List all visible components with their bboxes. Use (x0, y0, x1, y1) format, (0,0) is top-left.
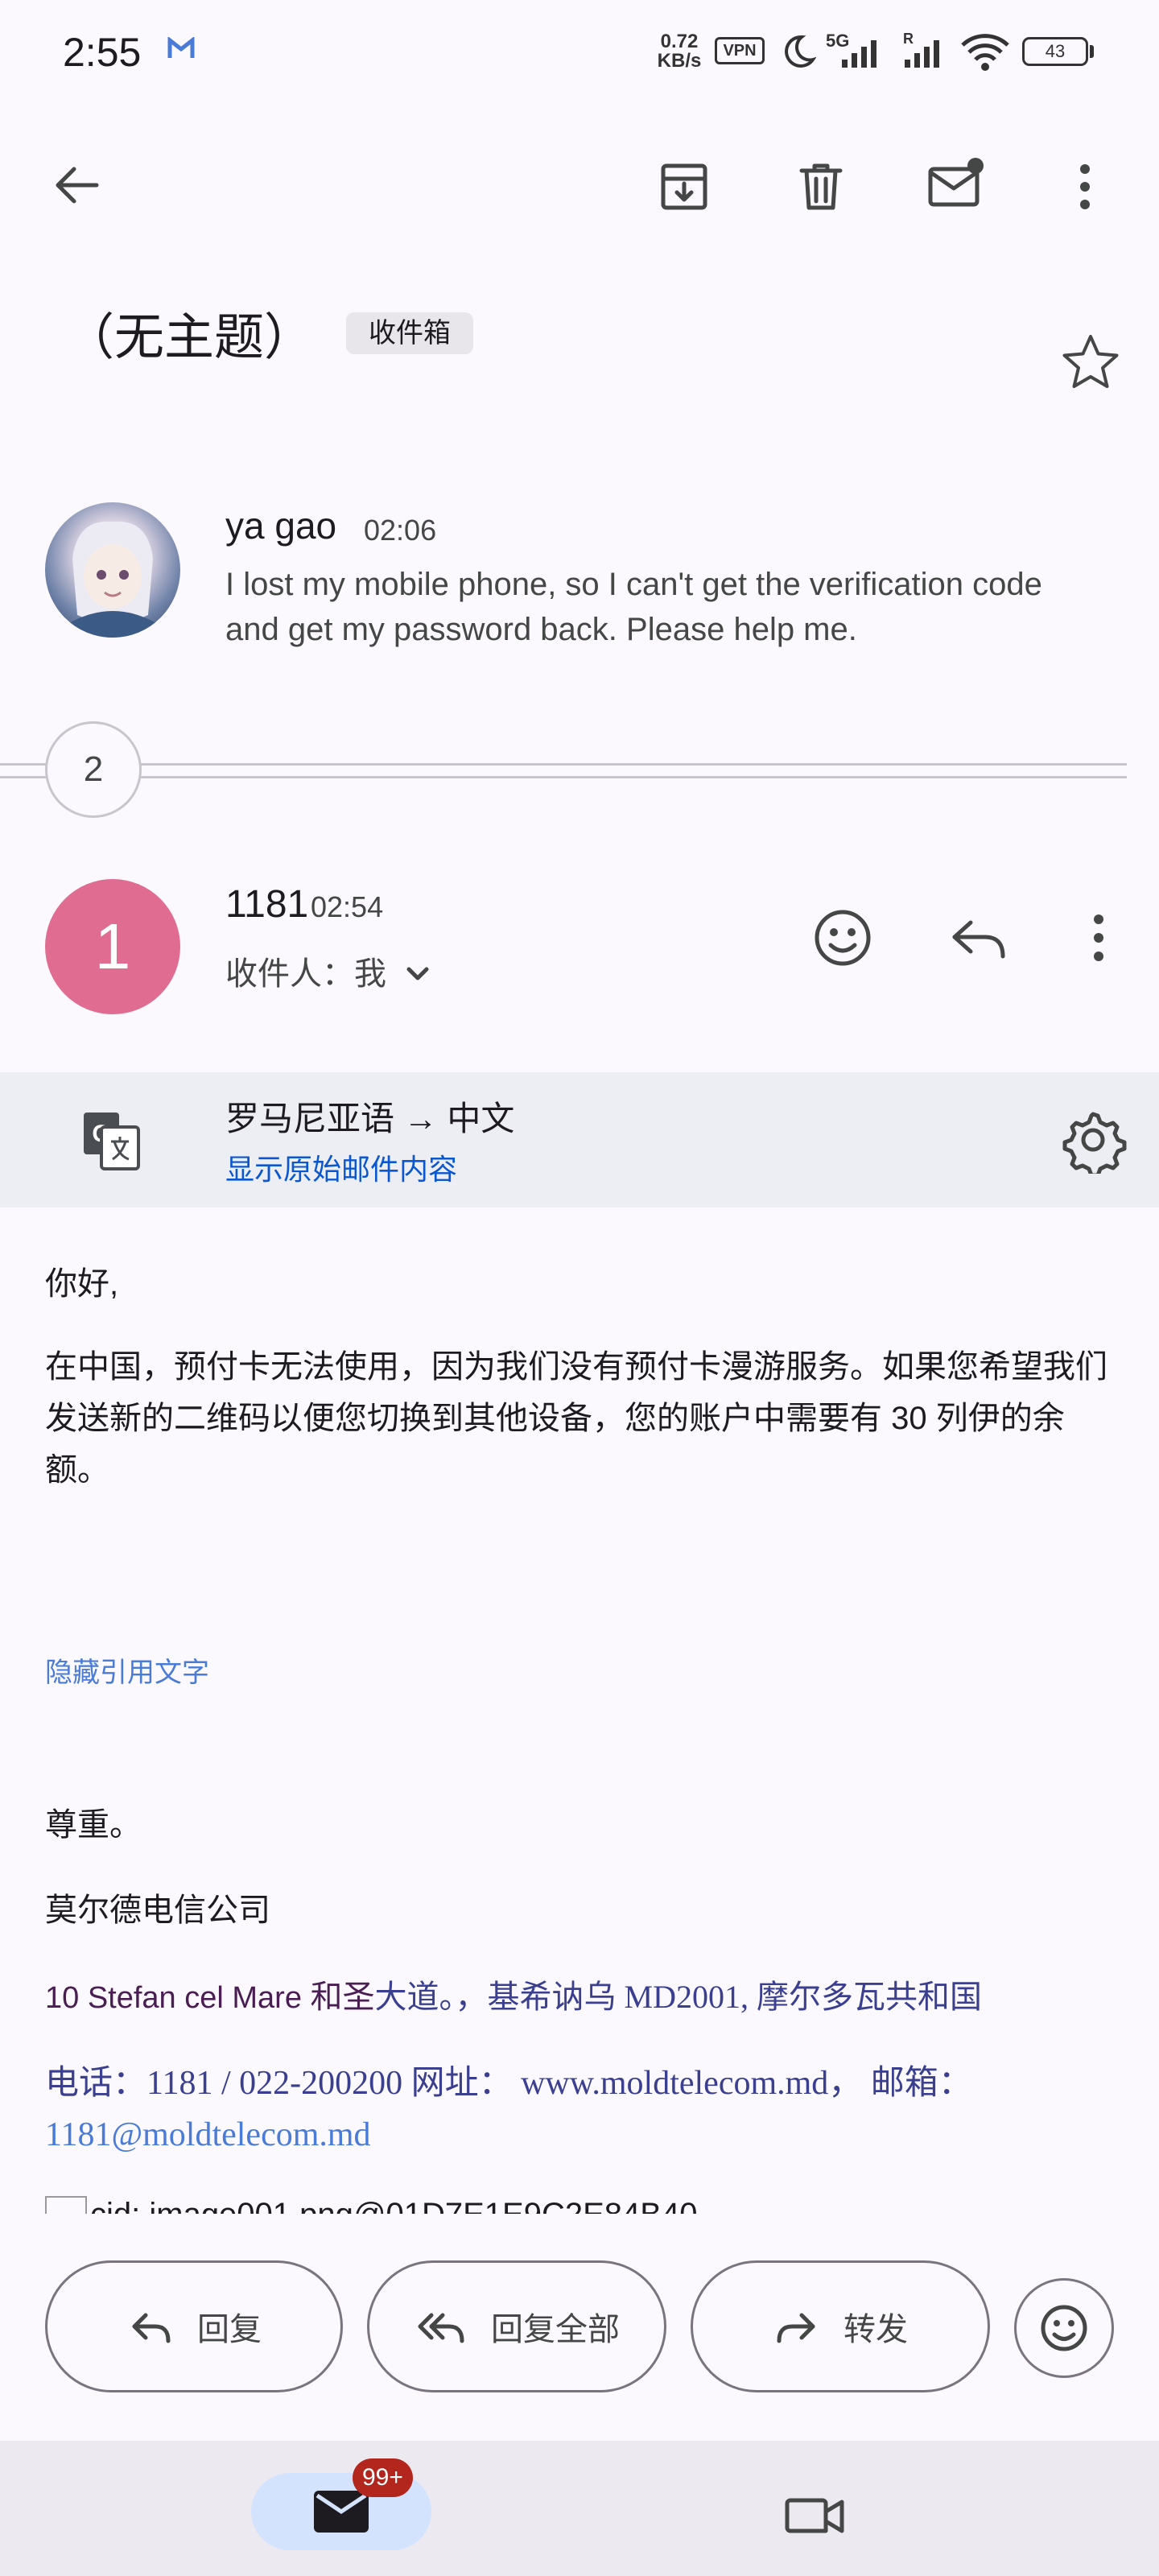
bottom-navigation: 99+ (0, 2441, 1159, 2576)
show-original-link[interactable]: 显示原始邮件内容 (225, 1146, 457, 1188)
address-city: 大道。，基希讷乌 MD2001, 摩尔多瓦共和国 (374, 1979, 982, 2015)
battery-tip (1090, 45, 1094, 58)
mail-icon (314, 2491, 369, 2533)
reply-all-icon (418, 2313, 464, 2343)
broken-image-alt: cid: image001.png@01D7E1E9C2E84B40 (90, 2196, 697, 2214)
do-not-disturb-icon (781, 34, 816, 69)
trash-icon (799, 163, 843, 210)
emoji-reaction-button[interactable] (1014, 2278, 1114, 2378)
collapsed-count-button[interactable]: 2 (45, 721, 142, 818)
nav-mail-tab[interactable]: 99+ (251, 2458, 431, 2550)
contact-email-link[interactable]: 1181@moldtelecom.md (45, 2116, 371, 2153)
collapsed-divider-bottom (0, 776, 1127, 778)
add-reaction-button[interactable] (806, 902, 879, 974)
mail-count-badge: 99+ (353, 2458, 413, 2497)
star-button[interactable] (1054, 327, 1127, 399)
vpn-icon: VPN (715, 37, 765, 64)
contact-info: 电话：1181 / 022-200200 网址： www.moldtelecom… (45, 2058, 1124, 2161)
net-speed-unit: KB/s (657, 50, 702, 72)
back-arrow-icon (56, 167, 99, 204)
reply-all-label: 回复全部 (491, 2312, 620, 2347)
reply-icon (952, 920, 1005, 959)
address-connector: 和圣 (310, 1979, 375, 2015)
message-time: 02:54 (311, 890, 384, 923)
forward-button[interactable]: 转发 (691, 2260, 990, 2392)
forward-icon (777, 2313, 815, 2343)
company-address: 10 Stefan cel Mare 和圣大道。，基希讷乌 MD2001, 摩尔… (45, 1971, 982, 2017)
wifi-icon (959, 32, 1011, 72)
gear-icon (1062, 1112, 1127, 1174)
nav-meet-tab[interactable] (782, 2487, 850, 2544)
recipient-details-toggle[interactable]: 收件人： 我 (225, 947, 438, 995)
sender-name: 1181 (225, 883, 309, 926)
contact-text: 电话：1181 / 022-200200 网址： www.moldtelecom… (45, 2065, 972, 2102)
body-greeting: 你好, (45, 1266, 119, 1302)
reply-all-button[interactable]: 回复全部 (367, 2260, 666, 2392)
company-name: 莫尔德电信公司 (45, 1892, 270, 1928)
more-vert-icon (1080, 164, 1090, 209)
signal-icon-1 (837, 37, 887, 69)
hide-quoted-text-link[interactable]: 隐藏引用文字 (45, 1650, 209, 1690)
star-icon (1062, 335, 1119, 388)
status-time: 2:55 (63, 30, 142, 75)
back-button[interactable] (45, 153, 109, 217)
email-subject: （无主题） (64, 310, 315, 365)
translation-bar: G 罗马尼亚语 → 中文 显示原始邮件内容 (0, 1072, 1159, 1208)
collapsed-divider-top (0, 763, 1127, 766)
mark-unread-button[interactable] (922, 153, 990, 221)
message-time: 02:06 (364, 514, 437, 547)
closing-line: 尊重。 (45, 1806, 142, 1843)
translation-languages: 罗马尼亚语 → 中文 (225, 1100, 515, 1137)
reply-icon-button[interactable] (943, 902, 1016, 974)
sender-avatar-1181: 1 (45, 879, 180, 1014)
address-street: 10 Stefan cel Mare (45, 1981, 311, 2015)
message-more-button[interactable] (1062, 902, 1135, 974)
emoji-icon (815, 910, 871, 966)
reply-button[interactable]: 回复 (45, 2260, 343, 2392)
more-options-button[interactable] (1053, 155, 1117, 219)
battery-icon: 43 (1022, 37, 1088, 66)
signal-icon-2 (900, 37, 950, 69)
video-camera-icon (785, 2498, 844, 2533)
more-vert-icon (1094, 914, 1103, 961)
gmail-notification-icon (167, 37, 195, 60)
recipient-prefix: 收件人： (225, 956, 354, 992)
net-speed-value: 0.72 (660, 31, 699, 52)
archive-icon (661, 163, 707, 210)
chevron-down-icon (406, 967, 429, 980)
inbox-label-chip[interactable]: 收件箱 (346, 312, 473, 354)
delete-button[interactable] (789, 155, 853, 219)
translate-icon: G (80, 1109, 142, 1170)
avatar (45, 502, 180, 638)
emoji-icon (1041, 2305, 1087, 2351)
body-paragraph: 在中国，预付卡无法使用，因为我们没有预付卡漫游服务。如果您希望我们发送新的二维码… (45, 1349, 1107, 1488)
recipient-name: 我 (354, 956, 386, 992)
mail-unread-icon (928, 158, 984, 207)
forward-label: 转发 (843, 2312, 908, 2347)
archive-button[interactable] (652, 155, 716, 219)
message-snippet: I lost my mobile phone, so I can't get t… (225, 567, 1042, 647)
first-message[interactable]: ya gao 02:06 I lost my mobile phone, so … (0, 483, 1159, 660)
net-speed: 0.72 KB/s (650, 32, 708, 71)
translation-settings-button[interactable] (1059, 1106, 1127, 1174)
sender-name: ya gao (225, 505, 337, 547)
broken-image-row: cid: image001.png@01D7E1E9C2E84B40 (45, 2196, 1124, 2214)
reply-label: 回复 (197, 2312, 262, 2347)
status-bar: 2:55 0.72 KB/s VPN 5G R 43 (0, 0, 1159, 105)
reply-icon (132, 2313, 171, 2343)
broken-image-icon (45, 2196, 87, 2214)
